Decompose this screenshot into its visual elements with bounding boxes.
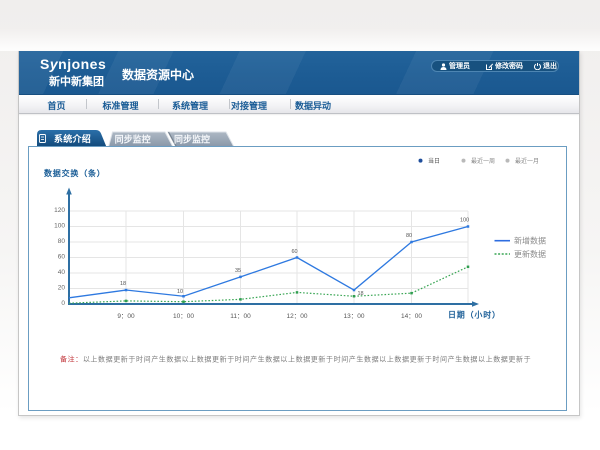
svg-text:120: 120 xyxy=(54,207,65,214)
svg-text:更新数据: 更新数据 xyxy=(514,249,546,259)
svg-text:最近一周: 最近一周 xyxy=(471,157,495,165)
svg-text:最近一月: 最近一月 xyxy=(515,157,539,165)
svg-text:0: 0 xyxy=(61,300,65,307)
svg-text:60: 60 xyxy=(292,249,298,255)
svg-text:18: 18 xyxy=(120,281,126,287)
svg-text:当日: 当日 xyxy=(428,157,440,165)
svg-text:9：00: 9：00 xyxy=(117,313,135,320)
svg-text:80: 80 xyxy=(406,233,412,239)
svg-text:同步监控: 同步监控 xyxy=(115,134,151,145)
svg-text:11：00: 11：00 xyxy=(230,313,251,320)
svg-text:备注：以上数据更新于时间产生数据以上数据更新于时间产生数据以: 备注：以上数据更新于时间产生数据以上数据更新于时间产生数据以上数据更新于时间产生… xyxy=(60,355,531,364)
svg-text:40: 40 xyxy=(58,269,66,276)
svg-text:14：00: 14：00 xyxy=(401,313,422,320)
svg-text:10：00: 10：00 xyxy=(173,313,194,320)
svg-text:新增数据: 新增数据 xyxy=(514,236,546,246)
svg-text:13：00: 13：00 xyxy=(344,313,365,320)
svg-text:10: 10 xyxy=(177,289,183,295)
svg-text:日期（小时）: 日期（小时） xyxy=(448,310,501,320)
svg-text:80: 80 xyxy=(58,238,66,245)
svg-text:12：00: 12：00 xyxy=(287,313,308,320)
svg-text:数据交换（条）: 数据交换（条） xyxy=(44,168,106,178)
svg-text:同步监控: 同步监控 xyxy=(174,134,210,145)
svg-text:100: 100 xyxy=(54,223,65,230)
svg-text:60: 60 xyxy=(58,254,66,261)
svg-text:100: 100 xyxy=(460,218,469,224)
svg-text:20: 20 xyxy=(58,285,66,292)
svg-text:18: 18 xyxy=(358,291,364,297)
svg-text:系统介绍: 系统介绍 xyxy=(54,133,91,144)
svg-text:35: 35 xyxy=(235,268,241,274)
